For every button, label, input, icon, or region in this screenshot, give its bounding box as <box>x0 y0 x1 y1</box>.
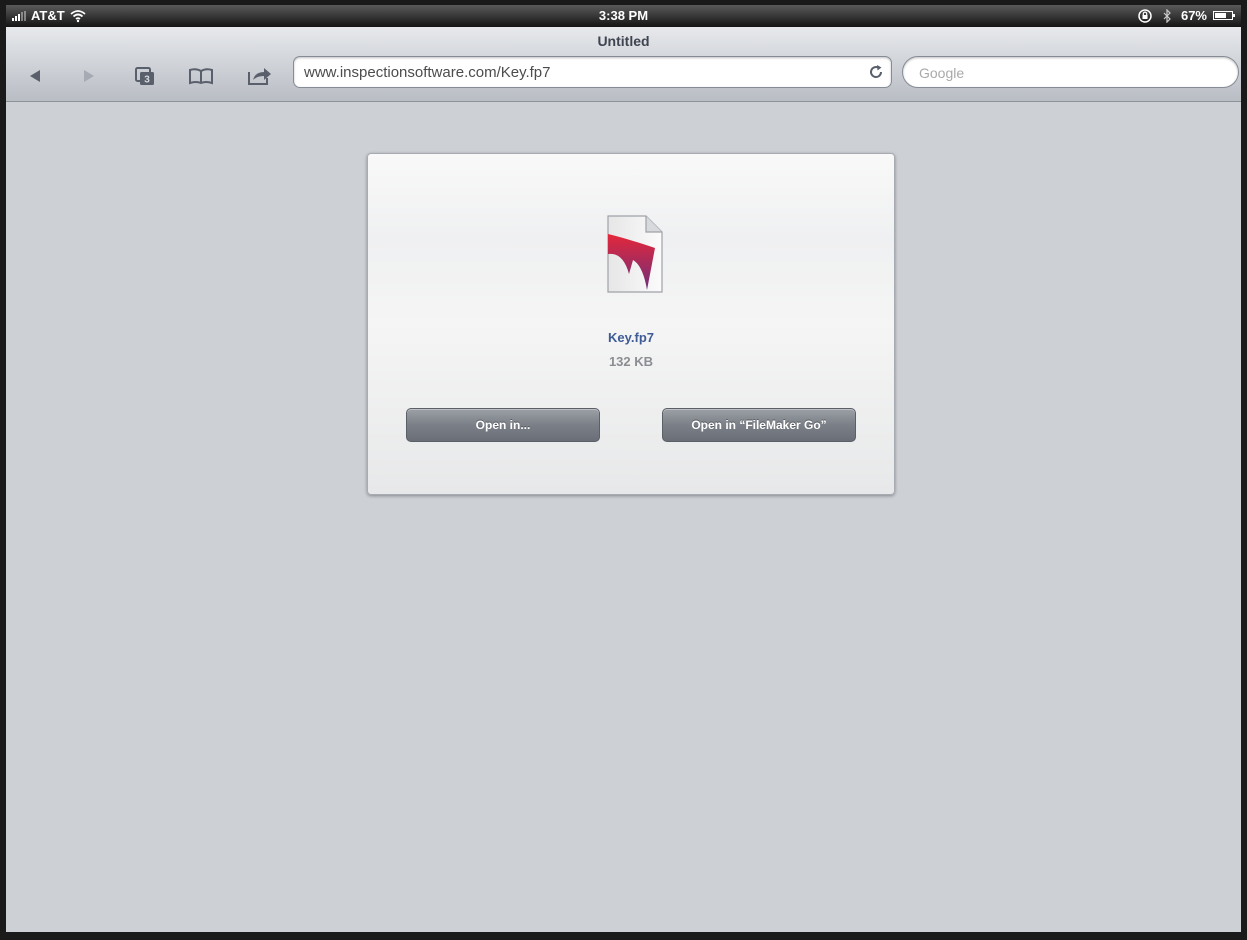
forward-icon <box>84 70 94 82</box>
bookmarks-button[interactable] <box>188 65 214 87</box>
open-in-button[interactable]: Open in... <box>406 408 600 442</box>
file-size: 132 KB <box>608 354 654 369</box>
search-input[interactable] <box>917 62 1221 84</box>
open-in-filemaker-go-button[interactable]: Open in “FileMaker Go” <box>662 408 856 442</box>
battery-percent: 67% <box>1180 8 1207 23</box>
back-icon <box>30 70 40 82</box>
share-icon <box>248 68 271 85</box>
browser-toolbar: Untitled 3 www.inspectionsoftware.com/Ke… <box>6 27 1241 102</box>
file-name: Key.fp7 <box>608 330 654 345</box>
tabs-button[interactable]: 3 <box>132 65 158 87</box>
page-title: Untitled <box>597 33 650 49</box>
reload-icon[interactable] <box>867 63 885 81</box>
ipad-screen: AT&T 3:38 PM 67% Untitled 3 www.inspecti… <box>6 5 1241 932</box>
battery-icon <box>1213 11 1235 20</box>
share-button[interactable] <box>246 65 272 87</box>
back-button[interactable] <box>22 65 48 87</box>
url-text[interactable]: www.inspectionsoftware.com/Key.fp7 <box>304 64 551 81</box>
status-bar: AT&T 3:38 PM 67% <box>6 5 1241 27</box>
tabs-icon: 3 <box>135 67 154 86</box>
download-panel: Key.fp7 132 KB Open in... Open in “FileM… <box>367 153 895 495</box>
bookmarks-icon <box>189 68 213 85</box>
page-content: Key.fp7 132 KB Open in... Open in “FileM… <box>6 102 1241 932</box>
lock-rotation-icon <box>1138 8 1152 23</box>
status-right: 67% <box>1137 8 1235 23</box>
search-bar[interactable] <box>902 56 1239 88</box>
bluetooth-icon <box>1163 8 1171 23</box>
tabs-count: 3 <box>144 75 150 86</box>
forward-button[interactable] <box>76 65 102 87</box>
file-icon <box>607 215 663 293</box>
status-time: 3:38 PM <box>598 8 649 23</box>
address-bar[interactable]: www.inspectionsoftware.com/Key.fp7 <box>293 56 892 88</box>
